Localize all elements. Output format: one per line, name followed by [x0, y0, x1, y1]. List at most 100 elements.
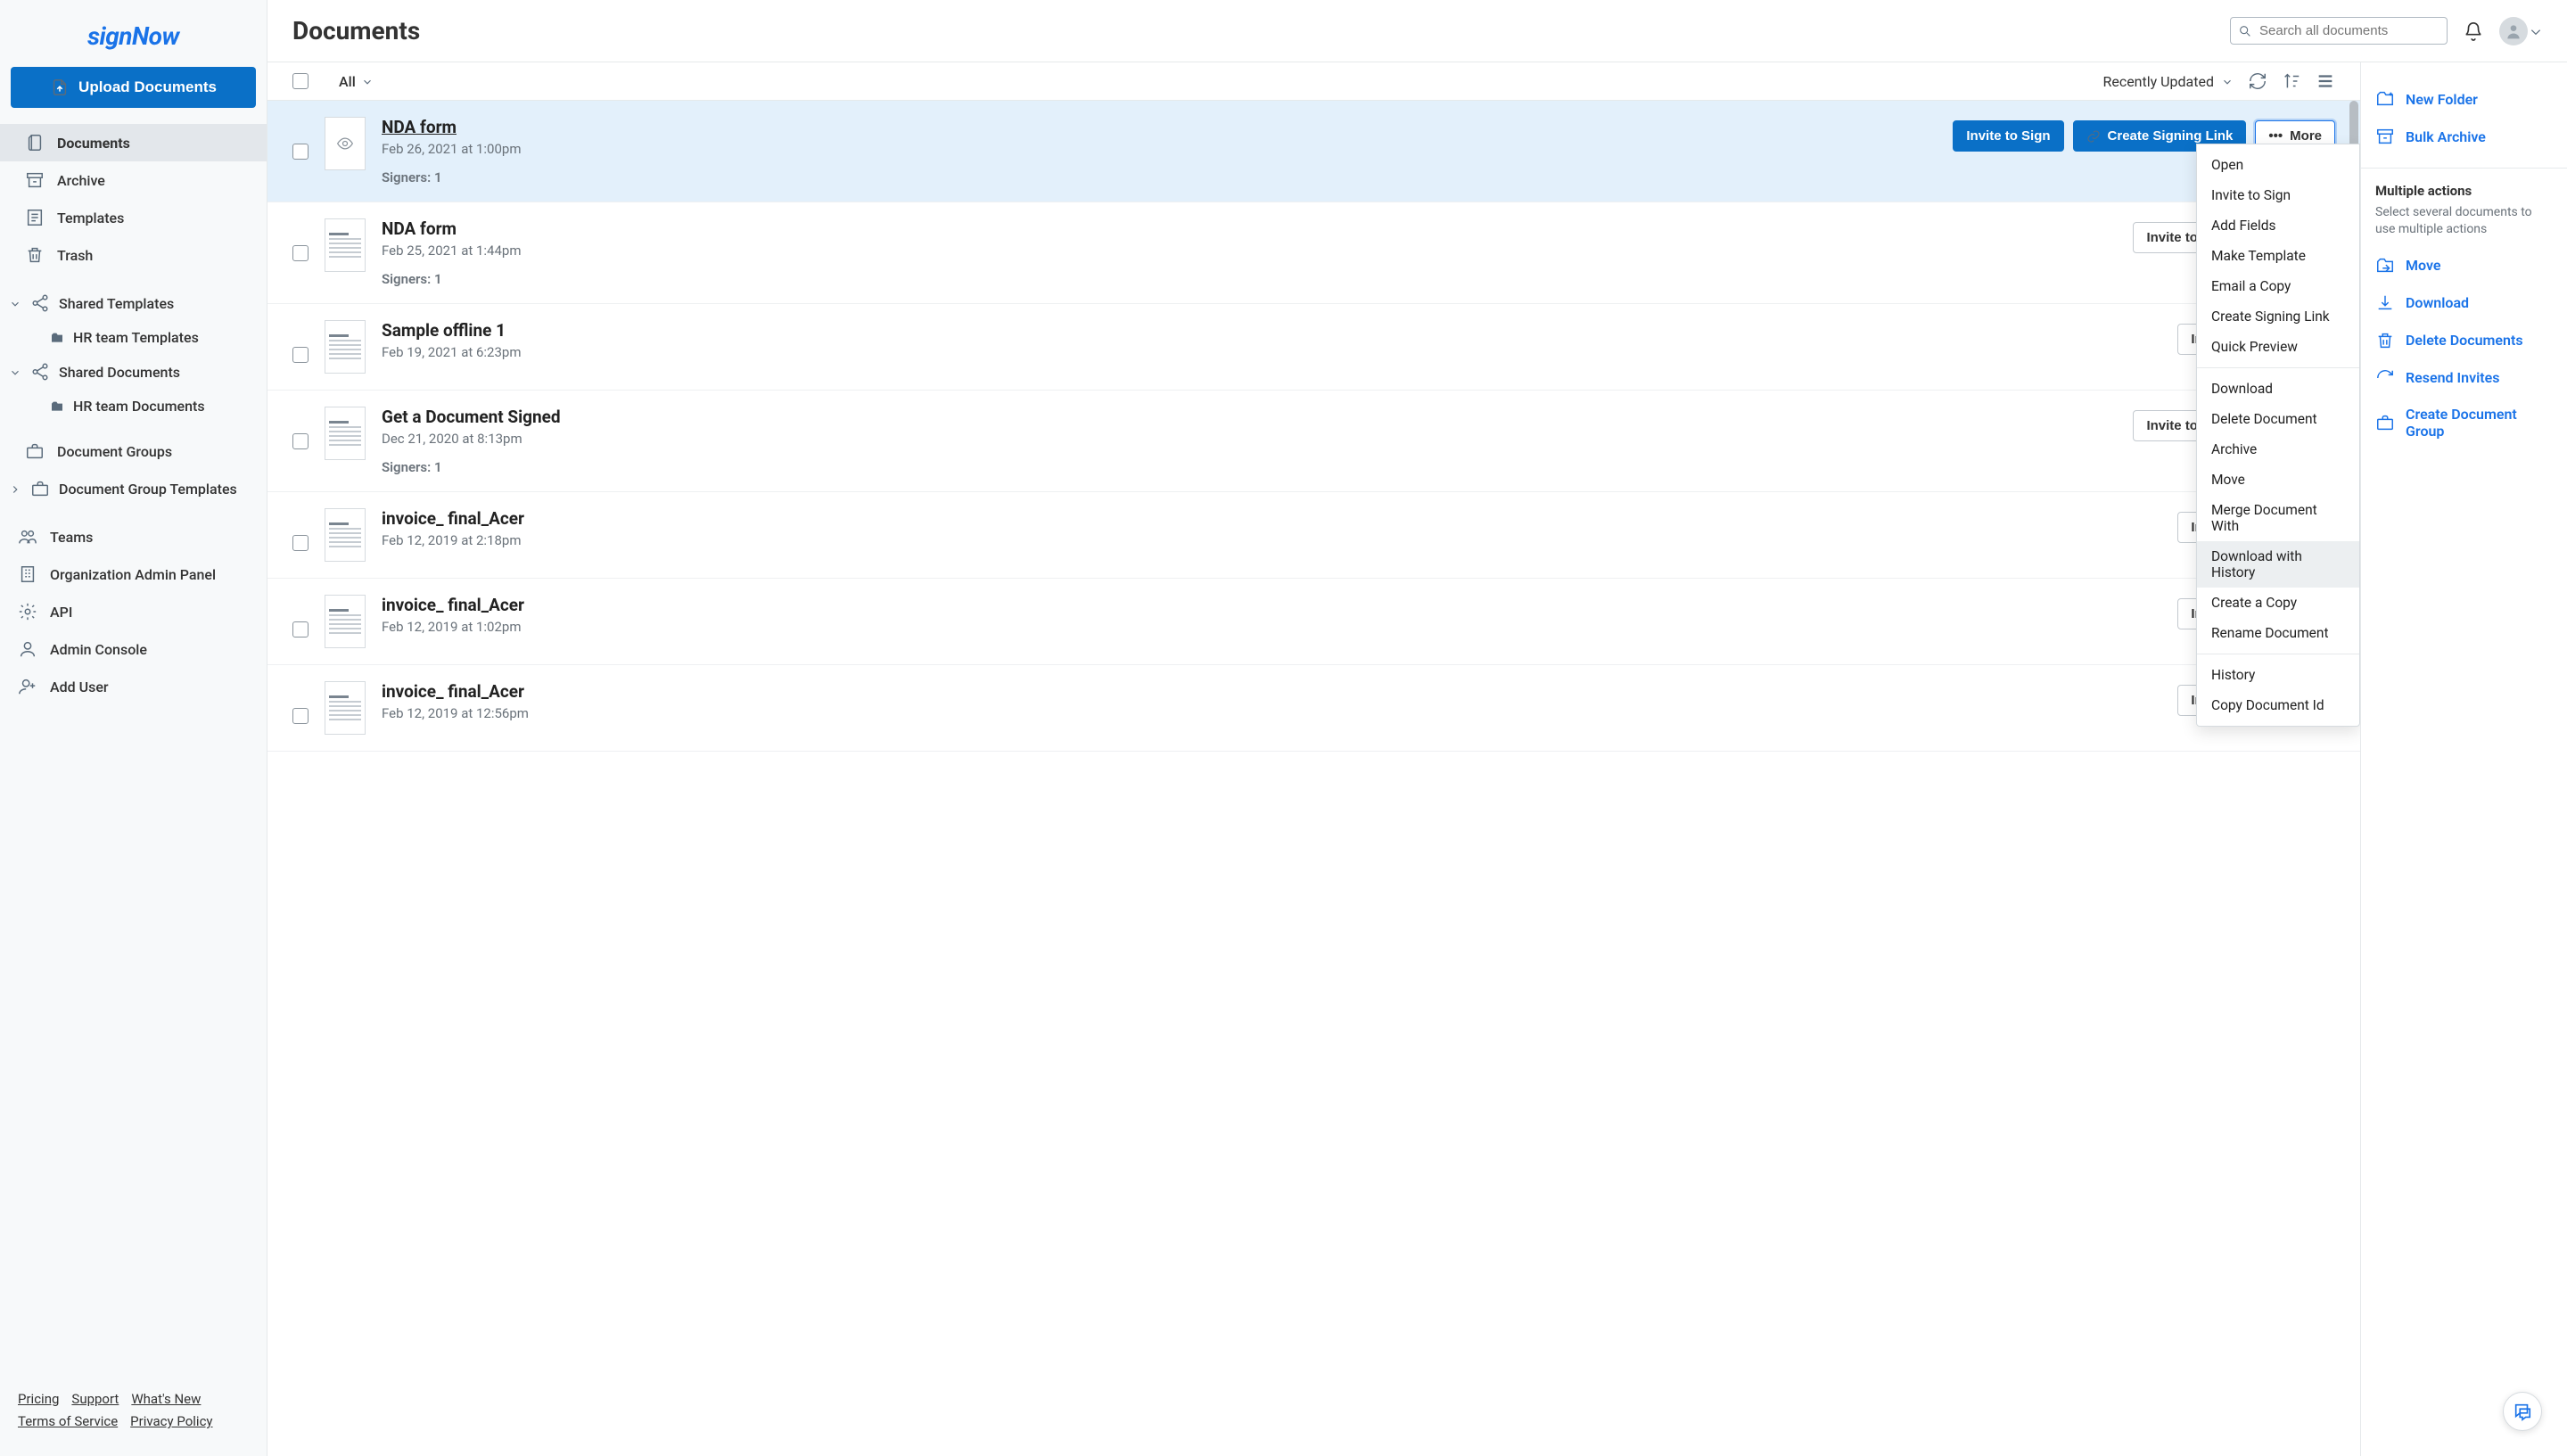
rp-action-delete-documents[interactable]: Delete Documents — [2375, 322, 2553, 359]
nav-document-groups[interactable]: Document Groups — [0, 432, 267, 470]
folder-plus-icon — [2375, 89, 2395, 109]
row-checkbox[interactable] — [292, 144, 309, 160]
dropdown-item[interactable]: Add Fields — [2197, 210, 2359, 241]
document-row[interactable]: invoice_ final_AcerFeb 12, 2019 at 1:02p… — [267, 579, 2360, 665]
doc-title[interactable]: invoice_ final_Acer — [382, 595, 2161, 615]
chevron-down-icon — [2221, 75, 2234, 87]
action-icon — [2375, 368, 2395, 388]
bulk-archive-link[interactable]: Bulk Archive — [2375, 118, 2553, 155]
invite-button[interactable]: Invite to Sign — [1953, 120, 2063, 152]
shared-templates-header[interactable]: Shared Templates — [0, 284, 267, 322]
shared-documents-label: Shared Documents — [59, 364, 180, 381]
nav-api[interactable]: API — [0, 593, 267, 630]
notifications-icon[interactable] — [2464, 21, 2483, 41]
person-icon — [18, 639, 37, 659]
upload-icon — [50, 78, 70, 97]
footer-link[interactable]: Privacy Policy — [130, 1413, 212, 1429]
document-row[interactable]: Get a Document SignedDec 21, 2020 at 8:1… — [267, 391, 2360, 492]
dropdown-item[interactable]: Delete Document — [2197, 404, 2359, 434]
row-checkbox[interactable] — [292, 535, 309, 551]
doc-thumbnail — [325, 320, 366, 374]
dropdown-item[interactable]: Open — [2197, 150, 2359, 180]
rp-action-create-document-group[interactable]: Create Document Group — [2375, 397, 2553, 448]
dropdown-item[interactable]: Quick Preview — [2197, 332, 2359, 362]
nav-add-user[interactable]: Add User — [0, 668, 267, 705]
chat-fab[interactable] — [2503, 1392, 2542, 1431]
shared-documents-child[interactable]: HR team Documents — [0, 391, 267, 422]
building-icon — [18, 564, 37, 584]
doc-title[interactable]: invoice_ final_Acer — [382, 681, 2161, 702]
doc-thumbnail — [325, 595, 366, 648]
footer-link[interactable]: What's New — [131, 1391, 201, 1407]
document-row[interactable]: NDA formFeb 26, 2021 at 1:00pmSigners: 1… — [267, 101, 2360, 202]
dropdown-item[interactable]: Download — [2197, 374, 2359, 404]
dropdown-item[interactable]: Invite to Sign — [2197, 180, 2359, 210]
search-input[interactable] — [2259, 23, 2437, 38]
nav-teams[interactable]: Teams — [0, 518, 267, 555]
dropdown-item[interactable]: Archive — [2197, 434, 2359, 465]
dropdown-item[interactable]: Create a Copy — [2197, 588, 2359, 618]
filter-all-dropdown[interactable]: All — [339, 73, 374, 90]
document-row[interactable]: NDA formFeb 25, 2021 at 1:44pmSigners: 1… — [267, 202, 2360, 304]
rp-action-resend-invites[interactable]: Resend Invites — [2375, 359, 2553, 397]
doc-date: Feb 26, 2021 at 1:00pm — [382, 141, 1937, 157]
account-menu[interactable] — [2499, 17, 2542, 45]
nav-org-admin[interactable]: Organization Admin Panel — [0, 555, 267, 593]
dropdown-item[interactable]: History — [2197, 660, 2359, 690]
doc-title[interactable]: NDA form — [382, 218, 2117, 239]
row-checkbox[interactable] — [292, 245, 309, 261]
more-dropdown: OpenInvite to SignAdd FieldsMake Templat… — [2196, 144, 2360, 727]
nav-documents[interactable]: Documents — [0, 124, 267, 161]
view-list-icon[interactable] — [2316, 71, 2335, 91]
gear-icon — [18, 602, 37, 621]
doc-date: Feb 19, 2021 at 6:23pm — [382, 344, 2161, 360]
row-checkbox[interactable] — [292, 347, 309, 363]
dropdown-item[interactable]: Merge Document With — [2197, 495, 2359, 541]
nav-trash[interactable]: Trash — [0, 236, 267, 274]
upload-documents-button[interactable]: Upload Documents — [11, 67, 256, 108]
dropdown-item[interactable]: Email a Copy — [2197, 271, 2359, 301]
nav-archive[interactable]: Archive — [0, 161, 267, 199]
rp-action-download[interactable]: Download — [2375, 284, 2553, 322]
search-icon — [2238, 24, 2252, 38]
dropdown-item[interactable]: Copy Document Id — [2197, 690, 2359, 720]
search-input-wrap[interactable] — [2230, 17, 2448, 45]
sort-dropdown[interactable]: Recently Updated — [2102, 73, 2234, 90]
nav-admin-console[interactable]: Admin Console — [0, 630, 267, 668]
doc-date: Feb 12, 2019 at 12:56pm — [382, 705, 2161, 721]
select-all-checkbox[interactable] — [292, 73, 309, 89]
footer-links: Pricing Support What's New Terms of Service… — [0, 1379, 267, 1445]
footer-link[interactable]: Pricing — [18, 1391, 59, 1407]
document-row[interactable]: invoice_ final_Acer Feb 12, 2019 at 12:56… — [267, 665, 2360, 752]
sidebar: signNow Upload Documents DocumentsArchiv… — [0, 0, 267, 1456]
chevron-down-icon — [361, 75, 374, 87]
row-checkbox[interactable] — [292, 433, 309, 449]
row-checkbox[interactable] — [292, 621, 309, 638]
dropdown-item[interactable]: Move — [2197, 465, 2359, 495]
row-checkbox[interactable] — [292, 708, 309, 724]
new-folder-link[interactable]: New Folder — [2375, 80, 2553, 118]
doc-title[interactable]: NDA form — [382, 117, 1937, 137]
dropdown-item[interactable]: Download with History — [2197, 541, 2359, 588]
footer-link[interactable]: Terms of Service — [18, 1413, 118, 1429]
shared-templates-child[interactable]: HR team Templates — [0, 322, 267, 353]
sort-direction-icon[interactable] — [2282, 71, 2301, 91]
doc-thumbnail — [325, 117, 366, 170]
document-row[interactable]: invoice_ final_Acer Feb 12, 2019 at 2:18p… — [267, 492, 2360, 579]
doc-title[interactable]: Get a Document Signed — [382, 407, 2117, 427]
rp-action-move[interactable]: Move — [2375, 247, 2553, 284]
doc-title[interactable]: Sample offline 1 — [382, 320, 2161, 341]
refresh-icon[interactable] — [2248, 71, 2267, 91]
document-row[interactable]: Sample offline 1Feb 19, 2021 at 6:23pmIn… — [267, 304, 2360, 391]
nav-document-group-templates[interactable]: Document Group Templates — [0, 470, 267, 507]
doc-date: Feb 12, 2019 at 2:18pm — [382, 532, 2161, 548]
doc-title[interactable]: invoice_ final_Acer — [382, 508, 2161, 529]
dropdown-item[interactable]: Create Signing Link — [2197, 301, 2359, 332]
dropdown-item[interactable]: Rename Document — [2197, 618, 2359, 648]
footer-link[interactable]: Support — [71, 1391, 119, 1407]
shared-documents-header[interactable]: Shared Documents — [0, 353, 267, 391]
chevron-down-icon — [2530, 25, 2542, 37]
doc-thumbnail — [325, 407, 366, 460]
dropdown-item[interactable]: Make Template — [2197, 241, 2359, 271]
nav-templates[interactable]: Templates — [0, 199, 267, 236]
